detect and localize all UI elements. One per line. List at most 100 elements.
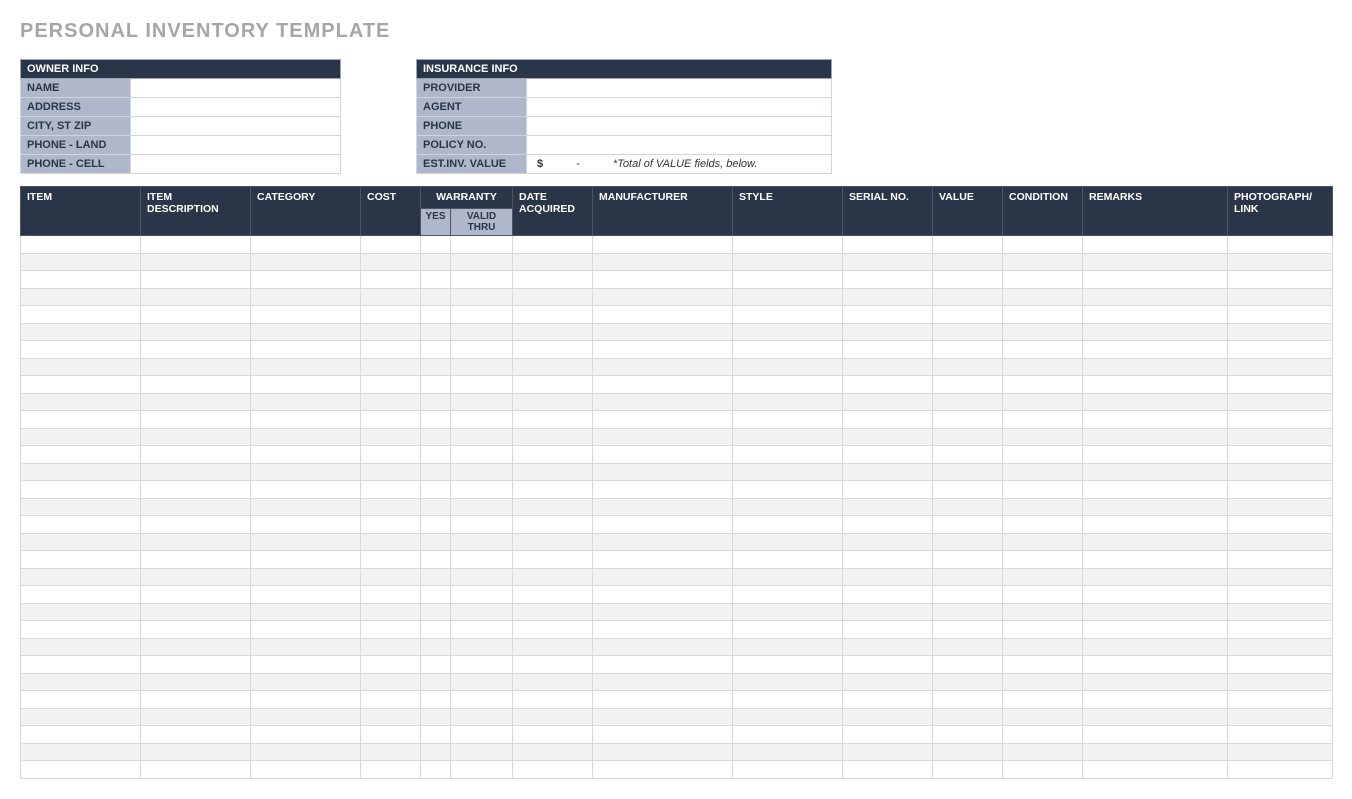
table-cell[interactable] xyxy=(421,533,451,551)
table-cell[interactable] xyxy=(1083,638,1228,656)
table-cell[interactable] xyxy=(421,516,451,534)
table-cell[interactable] xyxy=(361,481,421,499)
table-cell[interactable] xyxy=(361,428,421,446)
table-cell[interactable] xyxy=(933,481,1003,499)
table-cell[interactable] xyxy=(421,726,451,744)
table-cell[interactable] xyxy=(451,603,513,621)
table-cell[interactable] xyxy=(141,446,251,464)
table-cell[interactable] xyxy=(733,533,843,551)
table-cell[interactable] xyxy=(451,726,513,744)
table-cell[interactable] xyxy=(733,586,843,604)
table-cell[interactable] xyxy=(451,306,513,324)
table-cell[interactable] xyxy=(21,638,141,656)
table-cell[interactable] xyxy=(593,498,733,516)
table-cell[interactable] xyxy=(141,586,251,604)
table-cell[interactable] xyxy=(21,743,141,761)
table-cell[interactable] xyxy=(361,236,421,254)
table-cell[interactable] xyxy=(593,551,733,569)
table-cell[interactable] xyxy=(513,306,593,324)
table-cell[interactable] xyxy=(513,393,593,411)
table-cell[interactable] xyxy=(421,743,451,761)
table-cell[interactable] xyxy=(1083,761,1228,779)
table-cell[interactable] xyxy=(21,411,141,429)
table-cell[interactable] xyxy=(1083,481,1228,499)
table-cell[interactable] xyxy=(733,236,843,254)
table-cell[interactable] xyxy=(421,621,451,639)
table-cell[interactable] xyxy=(933,341,1003,359)
table-cell[interactable] xyxy=(451,516,513,534)
table-cell[interactable] xyxy=(361,306,421,324)
table-cell[interactable] xyxy=(843,586,933,604)
table-cell[interactable] xyxy=(593,638,733,656)
table-cell[interactable] xyxy=(1228,638,1333,656)
table-cell[interactable] xyxy=(513,516,593,534)
table-cell[interactable] xyxy=(451,376,513,394)
table-cell[interactable] xyxy=(251,323,361,341)
table-cell[interactable] xyxy=(593,306,733,324)
table-cell[interactable] xyxy=(1083,428,1228,446)
table-cell[interactable] xyxy=(361,533,421,551)
table-cell[interactable] xyxy=(593,463,733,481)
table-cell[interactable] xyxy=(1083,393,1228,411)
table-cell[interactable] xyxy=(1228,568,1333,586)
table-cell[interactable] xyxy=(141,358,251,376)
table-cell[interactable] xyxy=(1228,428,1333,446)
table-cell[interactable] xyxy=(933,708,1003,726)
table-cell[interactable] xyxy=(593,288,733,306)
table-cell[interactable] xyxy=(843,236,933,254)
table-cell[interactable] xyxy=(141,341,251,359)
table-cell[interactable] xyxy=(513,603,593,621)
table-cell[interactable] xyxy=(141,691,251,709)
table-cell[interactable] xyxy=(21,656,141,674)
table-cell[interactable] xyxy=(1228,358,1333,376)
table-cell[interactable] xyxy=(513,253,593,271)
table-cell[interactable] xyxy=(1003,516,1083,534)
table-cell[interactable] xyxy=(21,551,141,569)
table-cell[interactable] xyxy=(1083,743,1228,761)
table-cell[interactable] xyxy=(933,358,1003,376)
table-cell[interactable] xyxy=(733,253,843,271)
table-cell[interactable] xyxy=(843,446,933,464)
table-cell[interactable] xyxy=(513,411,593,429)
table-cell[interactable] xyxy=(513,463,593,481)
table-cell[interactable] xyxy=(1083,376,1228,394)
table-cell[interactable] xyxy=(1003,481,1083,499)
table-cell[interactable] xyxy=(451,656,513,674)
table-cell[interactable] xyxy=(251,376,361,394)
insurance-agent-value[interactable] xyxy=(527,98,832,117)
table-cell[interactable] xyxy=(421,236,451,254)
table-cell[interactable] xyxy=(251,358,361,376)
table-cell[interactable] xyxy=(361,586,421,604)
table-cell[interactable] xyxy=(933,288,1003,306)
table-cell[interactable] xyxy=(1003,288,1083,306)
table-cell[interactable] xyxy=(1228,673,1333,691)
table-cell[interactable] xyxy=(733,656,843,674)
table-cell[interactable] xyxy=(513,358,593,376)
table-cell[interactable] xyxy=(1228,341,1333,359)
table-cell[interactable] xyxy=(513,376,593,394)
table-cell[interactable] xyxy=(451,586,513,604)
table-cell[interactable] xyxy=(933,568,1003,586)
table-cell[interactable] xyxy=(451,481,513,499)
table-cell[interactable] xyxy=(251,306,361,324)
table-cell[interactable] xyxy=(1228,516,1333,534)
table-cell[interactable] xyxy=(451,463,513,481)
table-cell[interactable] xyxy=(1228,691,1333,709)
table-cell[interactable] xyxy=(593,358,733,376)
table-cell[interactable] xyxy=(141,568,251,586)
table-cell[interactable] xyxy=(361,691,421,709)
table-cell[interactable] xyxy=(733,673,843,691)
table-cell[interactable] xyxy=(1083,341,1228,359)
table-cell[interactable] xyxy=(251,743,361,761)
table-cell[interactable] xyxy=(513,761,593,779)
table-cell[interactable] xyxy=(21,691,141,709)
table-cell[interactable] xyxy=(933,621,1003,639)
table-cell[interactable] xyxy=(933,428,1003,446)
table-cell[interactable] xyxy=(141,376,251,394)
table-cell[interactable] xyxy=(593,603,733,621)
table-cell[interactable] xyxy=(251,341,361,359)
insurance-policy-value[interactable] xyxy=(527,136,832,155)
table-cell[interactable] xyxy=(593,533,733,551)
table-cell[interactable] xyxy=(251,761,361,779)
table-cell[interactable] xyxy=(733,393,843,411)
